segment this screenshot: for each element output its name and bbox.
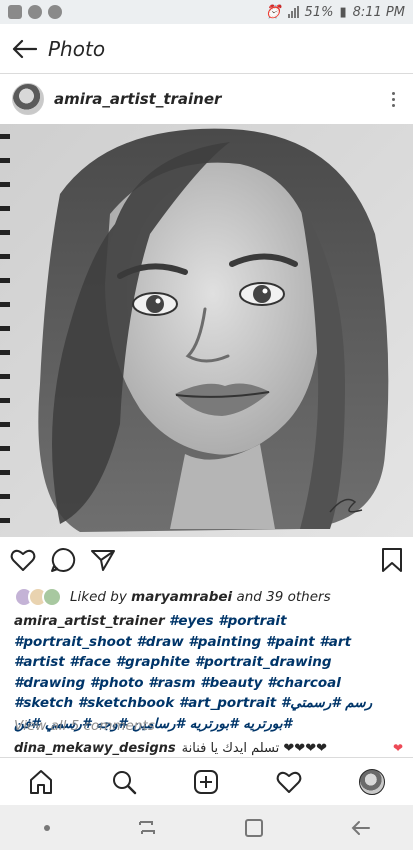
page-title: Photo xyxy=(48,36,106,61)
whatsapp-icon xyxy=(28,5,42,19)
post-caption: amira_artist_trainer #eyes #portrait #po… xyxy=(14,611,403,734)
post-actions xyxy=(0,540,413,580)
caption-author[interactable]: amira_artist_trainer xyxy=(14,613,165,629)
bottom-navigation xyxy=(0,757,413,805)
add-post-icon[interactable] xyxy=(193,769,219,795)
home-square-icon[interactable] xyxy=(243,817,265,839)
liker-avatar xyxy=(42,587,62,607)
share-icon[interactable] xyxy=(90,548,116,572)
clock: 8:11 PM xyxy=(352,4,405,20)
avatar[interactable] xyxy=(12,83,44,115)
search-icon[interactable] xyxy=(111,769,137,795)
comment-icon[interactable] xyxy=(50,547,76,573)
likes-user[interactable]: maryamrabei xyxy=(131,589,232,605)
likes-suffix: and 39 others xyxy=(236,589,331,605)
view-all-comments-link[interactable]: View all 5 comments xyxy=(14,718,155,734)
more-vertical-icon xyxy=(392,91,395,95)
heart-icon[interactable] xyxy=(10,548,36,572)
back-arrow-icon[interactable] xyxy=(349,817,371,839)
recent-apps-icon[interactable] xyxy=(136,817,158,839)
back-button[interactable] xyxy=(0,24,48,74)
arrow-left-icon xyxy=(12,39,37,58)
system-navigation-bar xyxy=(0,805,413,850)
post-image[interactable] xyxy=(0,124,413,537)
likes-row[interactable]: Liked by maryamrabei and 39 others xyxy=(14,584,403,610)
more-options-button[interactable] xyxy=(386,88,401,111)
battery-icon: ▮ xyxy=(339,4,347,20)
comment-row: dina_mekawy_designs تسلم ايدك يا فنانة ❤… xyxy=(14,739,403,757)
battery-percent: 51% xyxy=(304,4,334,20)
top-bar: Photo xyxy=(0,24,413,74)
status-bar: ⏰ 51% ▮ 8:11 PM xyxy=(0,0,413,24)
comment-username[interactable]: dina_mekawy_designs xyxy=(14,741,176,756)
profile-avatar[interactable] xyxy=(358,768,385,795)
likes-text: Liked by maryamrabei and 39 others xyxy=(70,589,331,605)
alarm-icon: ⏰ xyxy=(265,4,282,20)
caption-hashtags[interactable]: #eyes #portrait #portrait_shoot #draw #p… xyxy=(14,613,372,732)
activity-heart-icon[interactable] xyxy=(276,770,302,794)
comment-text: تسلم ايدك يا فنانة ❤❤❤❤ xyxy=(181,740,327,756)
signal-icon xyxy=(287,6,299,18)
likes-prefix: Liked by xyxy=(70,589,127,605)
bookmark-icon[interactable] xyxy=(381,547,403,573)
messenger-icon xyxy=(48,5,62,19)
dot-icon[interactable] xyxy=(42,823,52,833)
pencil-portrait-drawing xyxy=(0,124,413,537)
home-icon[interactable] xyxy=(28,769,54,795)
post-username[interactable]: amira_artist_trainer xyxy=(54,90,221,108)
comment-like-icon[interactable]: ❤ xyxy=(393,741,403,755)
facebook-icon xyxy=(8,5,22,19)
post-header: amira_artist_trainer xyxy=(0,74,413,124)
